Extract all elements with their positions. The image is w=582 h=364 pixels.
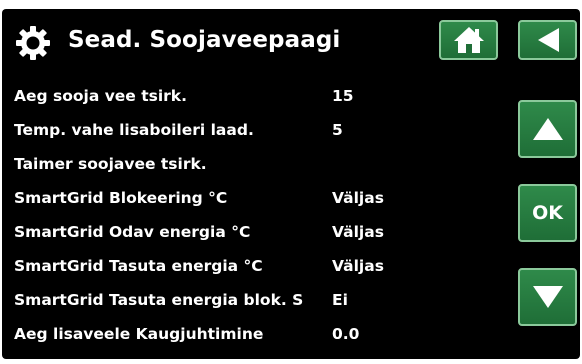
back-arrow-icon <box>537 28 559 52</box>
scroll-down-button[interactable] <box>518 268 577 326</box>
setting-label: SmartGrid Tasuta energia blok. S <box>14 291 304 309</box>
screen: Sead. Soojaveepaagi OK Aeg sooja vee tsi… <box>0 0 582 364</box>
setting-row[interactable]: SmartGrid Tasuta energia °C Väljas <box>14 249 514 283</box>
settings-list: Aeg sooja vee tsirk. 15 Temp. vahe lisab… <box>14 79 514 351</box>
setting-value: 15 <box>332 87 354 105</box>
setting-label: Aeg lisaveele Kaugjuhtimine <box>14 325 264 343</box>
setting-label: SmartGrid Blokeering °C <box>14 189 228 207</box>
scroll-up-button[interactable] <box>518 100 577 158</box>
ok-button[interactable]: OK <box>518 184 577 242</box>
setting-value: 5 <box>332 121 343 139</box>
back-button[interactable] <box>518 20 577 60</box>
setting-row[interactable]: SmartGrid Odav energia °C Väljas <box>14 215 514 249</box>
gear-icon <box>16 26 50 60</box>
setting-label: Aeg sooja vee tsirk. <box>14 87 188 105</box>
page-title: Sead. Soojaveepaagi <box>68 27 341 53</box>
setting-row[interactable]: Aeg sooja vee tsirk. 15 <box>14 79 514 113</box>
setting-value: Väljas <box>332 257 384 275</box>
setting-label: SmartGrid Tasuta energia °C <box>14 257 263 275</box>
setting-label: Taimer soojavee tsirk. <box>14 155 207 173</box>
up-arrow-icon <box>532 118 563 140</box>
setting-value: 0.0 <box>332 325 360 343</box>
setting-row[interactable]: Aeg lisaveele Kaugjuhtimine 0.0 <box>14 317 514 351</box>
setting-row[interactable]: SmartGrid Blokeering °C Väljas <box>14 181 514 215</box>
home-icon <box>453 27 484 53</box>
display-panel: Sead. Soojaveepaagi OK Aeg sooja vee tsi… <box>2 9 580 359</box>
title-bar: Sead. Soojaveepaagi <box>2 9 432 71</box>
setting-value: Ei <box>332 291 348 309</box>
setting-row[interactable]: Temp. vahe lisaboileri laad. 5 <box>14 113 514 147</box>
setting-label: Temp. vahe lisaboileri laad. <box>14 121 254 139</box>
down-arrow-icon <box>532 286 563 308</box>
setting-label: SmartGrid Odav energia °C <box>14 223 251 241</box>
setting-value: Väljas <box>332 223 384 241</box>
setting-row[interactable]: Taimer soojavee tsirk. <box>14 147 514 181</box>
setting-row[interactable]: SmartGrid Tasuta energia blok. S Ei <box>14 283 514 317</box>
home-button[interactable] <box>439 20 498 60</box>
setting-value: Väljas <box>332 189 384 207</box>
ok-button-label: OK <box>532 202 563 224</box>
